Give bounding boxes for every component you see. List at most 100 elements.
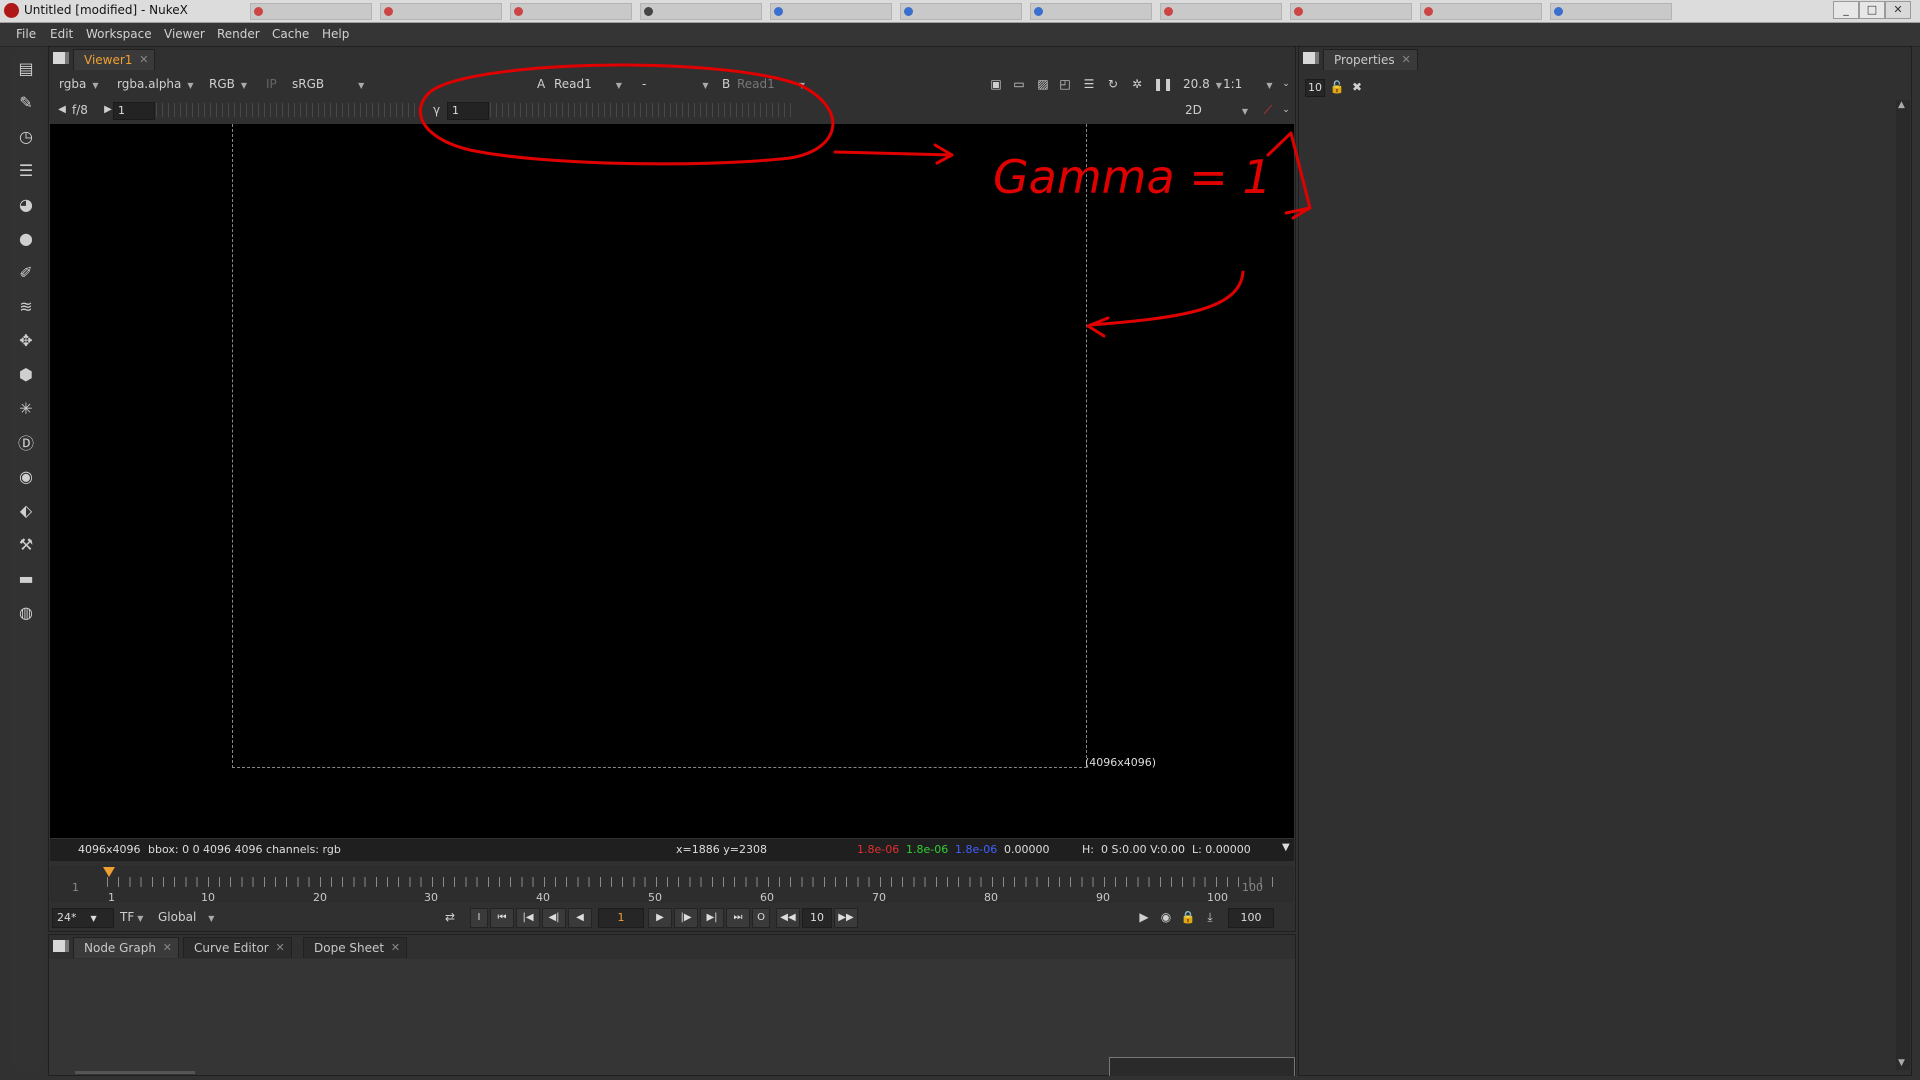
frame-icon[interactable]: ▭ [1011, 76, 1027, 92]
metadata-icon[interactable]: ⬖ [14, 498, 38, 522]
scroll-down-icon[interactable]: ▼ [1898, 1058, 1905, 1068]
node-graph-scrollbar[interactable] [75, 1071, 195, 1074]
pane-menu-icon[interactable] [53, 52, 69, 64]
overlay-icon[interactable]: ☰ [1081, 76, 1097, 92]
clear-panels-icon[interactable]: ✖ [1349, 79, 1365, 95]
browser-tab-thumb[interactable] [1160, 3, 1282, 20]
keyer-icon[interactable]: ✐ [14, 260, 38, 284]
skip-back-icon[interactable]: ◀◀ [776, 908, 800, 928]
input-a-dropdown[interactable]: Read1 ▼ [554, 75, 622, 93]
prev-frame-icon[interactable]: ◀| [542, 908, 566, 928]
close-button[interactable]: ✕ [1885, 1, 1911, 19]
loop-icon[interactable]: ⇄ [442, 909, 458, 925]
range-mode-dropdown[interactable]: Global ▼ [158, 908, 214, 926]
max-panels-field[interactable]: 10 [1305, 79, 1325, 97]
update-icon[interactable]: ✲ [1129, 76, 1145, 92]
close-tab-icon[interactable]: ✕ [276, 938, 285, 958]
tab-viewer1[interactable]: Viewer1 ✕ [73, 49, 156, 70]
gain-slider[interactable] [156, 103, 420, 117]
tf-dropdown[interactable]: TF ▼ [120, 908, 143, 926]
input-b-dropdown[interactable]: Read1 ▼ [737, 75, 805, 93]
menu-viewer[interactable]: Viewer [164, 27, 205, 41]
last-frame-icon[interactable]: ⏭ [726, 908, 750, 928]
browser-tab-thumb[interactable] [1290, 3, 1412, 20]
close-tab-icon[interactable]: ✕ [163, 938, 172, 958]
maximize-button[interactable]: □ [1859, 1, 1885, 19]
browser-tab-thumb[interactable] [640, 3, 762, 20]
gamma-field[interactable]: 1 [447, 102, 489, 120]
node-graph-minimap[interactable] [1109, 1057, 1295, 1076]
browser-tab-thumb[interactable] [900, 3, 1022, 20]
gamma-slider[interactable] [490, 103, 795, 117]
play-forward-icon[interactable]: ▶ [648, 908, 672, 928]
skip-forward-icon[interactable]: ▶▶ [834, 908, 858, 928]
ip-button[interactable]: IP [266, 75, 277, 93]
browser-tab-thumb[interactable] [250, 3, 372, 20]
pane-menu-icon[interactable] [53, 940, 69, 952]
record-icon[interactable]: ◉ [1158, 909, 1174, 925]
in-point-button[interactable]: I [470, 908, 488, 928]
browser-tab-thumb[interactable] [1420, 3, 1542, 20]
properties-scrollbar[interactable]: ▲ ▼ [1896, 100, 1910, 1070]
timeline[interactable]: 1 1 10 20 30 40 50 60 70 80 90 100 100 [50, 865, 1294, 904]
clip-warning-icon[interactable]: ⟋ [1260, 102, 1276, 118]
expand-icon[interactable]: ⌄ [1278, 76, 1294, 92]
channel-icon[interactable]: ☰ [14, 158, 38, 182]
play-backward-icon[interactable]: ◀ [568, 908, 592, 928]
browser-tab-thumb[interactable] [1550, 3, 1672, 20]
menu-workspace[interactable]: Workspace [86, 27, 152, 41]
proxy-dropdown[interactable]: 1:1 ▼ [1223, 75, 1272, 93]
tab-node-graph[interactable]: Node Graph ✕ [73, 937, 179, 958]
3d-icon[interactable]: ⬢ [14, 362, 38, 386]
channels-dropdown[interactable]: rgba ▼ [59, 75, 98, 93]
close-tab-icon[interactable]: ✕ [139, 50, 148, 70]
draw-icon[interactable]: ✎ [14, 90, 38, 114]
pause-icon[interactable]: ❚❚ [1153, 76, 1173, 92]
browser-tab-thumb[interactable] [380, 3, 502, 20]
first-frame-icon[interactable]: ⏮ [490, 908, 514, 928]
info-expand-icon[interactable]: ▼ [1282, 842, 1290, 853]
download-icon[interactable]: ⤓ [1202, 909, 1218, 925]
other-icon[interactable]: ▬ [14, 566, 38, 590]
stripes-icon[interactable]: ▨ [1035, 76, 1051, 92]
color-icon[interactable]: ◕ [14, 192, 38, 216]
views-icon[interactable]: ◉ [14, 464, 38, 488]
lock-panels-icon[interactable]: 🔓 [1329, 79, 1345, 95]
increment-field[interactable]: 10 [802, 908, 832, 928]
pane-menu-icon[interactable] [1303, 52, 1319, 64]
minimize-button[interactable]: _ [1833, 1, 1859, 19]
menu-edit[interactable]: Edit [50, 27, 73, 41]
furnace-icon[interactable]: ◍ [14, 600, 38, 624]
menu-cache[interactable]: Cache [272, 27, 309, 41]
expand-icon[interactable]: ⌄ [1278, 102, 1294, 118]
zoom-dropdown[interactable]: 20.8 ▼ [1183, 75, 1222, 93]
gain-field[interactable]: 1 [113, 102, 155, 120]
refresh-icon[interactable]: ↻ [1105, 76, 1121, 92]
next-frame-icon[interactable]: |▶ [674, 908, 698, 928]
flipbook-icon[interactable]: ▶ [1136, 909, 1152, 925]
compare-mode-dropdown[interactable]: - ▼ [642, 75, 709, 93]
alpha-channel-dropdown[interactable]: rgba.alpha ▼ [117, 75, 194, 93]
time-icon[interactable]: ◷ [14, 124, 38, 148]
lock-icon[interactable]: 🔒 [1180, 909, 1196, 925]
menu-render[interactable]: Render [217, 27, 260, 41]
image-icon[interactable]: ▤ [14, 56, 38, 80]
view-mode-dropdown[interactable]: 2D ▼ [1185, 101, 1248, 119]
fps-dropdown[interactable]: 24* ▼ [52, 908, 114, 928]
prev-keyframe-icon[interactable]: |◀ [516, 908, 540, 928]
menu-help[interactable]: Help [322, 27, 349, 41]
particles-icon[interactable]: ✳ [14, 396, 38, 420]
roi-icon[interactable]: ▣ [988, 76, 1004, 92]
wipe-icon[interactable]: ◰ [1057, 76, 1073, 92]
browser-tab-thumb[interactable] [770, 3, 892, 20]
current-frame-field[interactable]: 1 [598, 908, 644, 928]
close-tab-icon[interactable]: ✕ [391, 938, 400, 958]
display-channels-dropdown[interactable]: RGB ▼ [209, 75, 247, 93]
lut-dropdown[interactable]: sRGB ▼ [292, 75, 364, 93]
tab-properties[interactable]: Properties ✕ [1323, 49, 1418, 70]
out-point-button[interactable]: O [752, 908, 770, 928]
browser-tab-thumb[interactable] [1030, 3, 1152, 20]
next-keyframe-icon[interactable]: ▶| [700, 908, 724, 928]
playhead-marker[interactable] [103, 867, 115, 877]
tab-dope-sheet[interactable]: Dope Sheet ✕ [303, 937, 408, 958]
